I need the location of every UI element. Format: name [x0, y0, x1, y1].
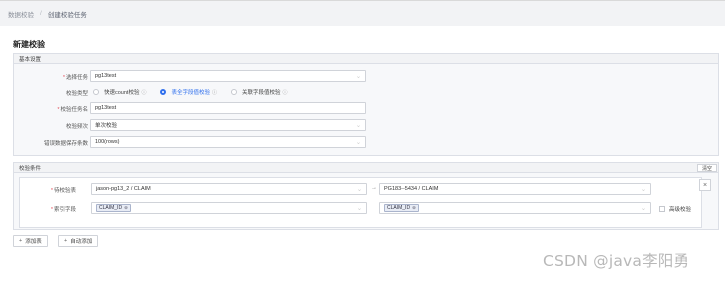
- chevron-down-icon: ⌄: [640, 188, 646, 192]
- error-count-select[interactable]: 100(rows) ⌄: [90, 136, 366, 148]
- type-label: 校验类型: [65, 91, 88, 97]
- target-table-select[interactable]: PG183--5434 / CLAIM ⌄: [379, 183, 651, 195]
- basic-settings-header: 基本设置: [14, 54, 718, 64]
- advanced-check[interactable]: 高级校验: [659, 205, 691, 213]
- basic-settings-title: 基本设置: [19, 56, 42, 63]
- source-table-value: jason-pg13_2 / CLAIM: [96, 186, 151, 192]
- conditions-header: 校验条件: [14, 163, 718, 173]
- auto-add-label: 自动添加: [70, 239, 93, 245]
- page-title: 新建校验: [13, 40, 45, 49]
- add-table-label: 添加表: [25, 239, 42, 245]
- source-table-select[interactable]: jason-pg13_2 / CLAIM ⌄: [91, 183, 367, 195]
- source-table-label: *待校验表: [50, 188, 76, 194]
- radio-label: 快速count校验: [104, 90, 140, 96]
- breadcrumb-separator: /: [40, 10, 42, 17]
- chevron-down-icon: ⌄: [640, 207, 646, 211]
- tag-close-icon[interactable]: ⊗: [412, 205, 416, 211]
- task-select-value: pg13test: [95, 73, 117, 79]
- chevron-down-icon: ⌄: [356, 207, 362, 211]
- index-field-label: *索引字段: [50, 207, 76, 213]
- error-count-label: 错误数据保存条数: [43, 141, 88, 147]
- source-index-select[interactable]: CLAIM_ID ⊗ ⌄: [91, 202, 367, 214]
- required-mark: *: [50, 207, 53, 213]
- advanced-check-label: 高级校验: [669, 207, 692, 213]
- chevron-down-icon: ⌄: [356, 188, 362, 192]
- task-name-input[interactable]: pg13test: [90, 102, 366, 114]
- radio-dot: [160, 89, 167, 95]
- condition-row-box: *待校验表 jason-pg13_2 / CLAIM ⌄ → PG183--54…: [19, 177, 702, 228]
- clear-button[interactable]: 清空: [696, 164, 717, 172]
- arrow-right-icon: →: [371, 185, 377, 191]
- frequency-label: 校验频次: [65, 124, 88, 130]
- radio-full-field[interactable]: 表全字段值校验 ⓘ: [160, 88, 217, 96]
- breadcrumb-current: 创建校验任务: [47, 11, 87, 19]
- frequency-select[interactable]: 单次校验 ⌄: [90, 119, 366, 131]
- auto-add-button[interactable]: + 自动添加: [58, 235, 99, 247]
- tag-close-icon[interactable]: ⊗: [124, 205, 128, 211]
- add-table-button[interactable]: + 添加表: [13, 235, 48, 247]
- chevron-down-icon: ⌄: [355, 141, 361, 145]
- radio-dot: [93, 89, 99, 95]
- task-select[interactable]: pg13test ⌄: [90, 70, 366, 82]
- tag-label: CLAIM_ID: [99, 205, 123, 211]
- breadcrumb-parent[interactable]: 数据校验: [8, 9, 34, 19]
- tag-label: CLAIM_ID: [387, 205, 411, 211]
- info-icon[interactable]: ⓘ: [283, 89, 288, 96]
- frequency-value: 单次校验: [95, 123, 118, 129]
- plus-icon: +: [19, 238, 23, 244]
- target-table-value: PG183--5434 / CLAIM: [384, 186, 439, 192]
- close-icon[interactable]: ×: [699, 179, 711, 191]
- conditions-title: 校验条件: [19, 165, 42, 172]
- radio-dot: [231, 89, 238, 95]
- source-index-tag: CLAIM_ID ⊗: [96, 204, 131, 212]
- target-index-tag: CLAIM_ID ⊗: [384, 204, 419, 212]
- checkbox-box: [659, 206, 665, 212]
- required-mark: *: [62, 75, 65, 81]
- chevron-down-icon: ⌄: [355, 124, 361, 128]
- basic-settings-panel: 基本设置 *选择任务 pg13test ⌄ 校验类型 快速count校验 ⓘ 表…: [13, 53, 719, 156]
- radio-label: 表全字段值校验: [171, 90, 210, 96]
- radio-related-field[interactable]: 关联字段值校验 ⓘ: [231, 88, 288, 96]
- required-mark: *: [50, 188, 53, 194]
- task-label: *选择任务: [62, 75, 88, 81]
- target-index-select[interactable]: CLAIM_ID ⊗ ⌄: [379, 202, 651, 214]
- radio-label: 关联字段值校验: [242, 90, 281, 96]
- conditions-panel: 校验条件 清空 *待校验表 jason-pg13_2 / CLAIM ⌄ → P…: [13, 162, 719, 230]
- task-name-value: pg13test: [95, 105, 117, 111]
- plus-icon: +: [64, 238, 68, 244]
- radio-quick-count[interactable]: 快速count校验 ⓘ: [93, 88, 146, 96]
- error-count-value: 100(rows): [95, 139, 120, 145]
- breadcrumb: 数据校验 / 创建校验任务: [0, 0, 725, 26]
- task-name-label: *校验任务名: [57, 107, 88, 113]
- type-radio-group: 快速count校验 ⓘ 表全字段值校验 ⓘ 关联字段值校验 ⓘ: [93, 88, 302, 96]
- watermark: CSDN @java李阳勇: [543, 252, 690, 270]
- chevron-down-icon: ⌄: [355, 75, 361, 79]
- info-icon[interactable]: ⓘ: [141, 89, 146, 96]
- info-icon[interactable]: ⓘ: [212, 89, 217, 96]
